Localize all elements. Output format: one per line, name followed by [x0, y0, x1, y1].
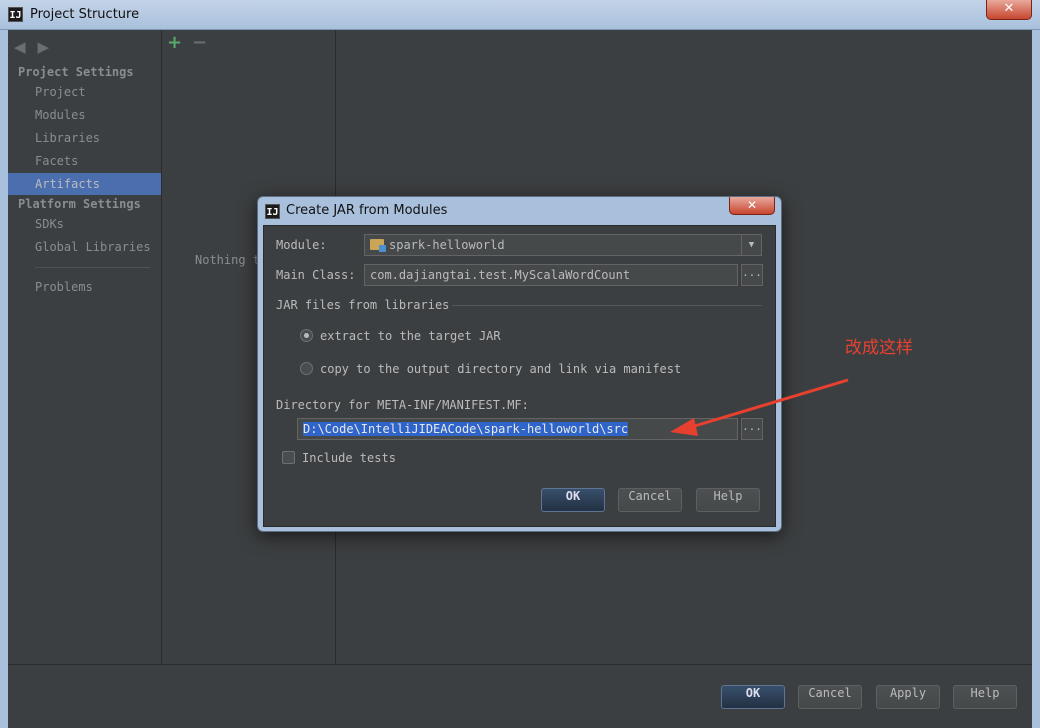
nav-item-modules[interactable]: Modules — [8, 104, 161, 126]
window-titlebar: IJ Project Structure ✕ — [0, 0, 1040, 30]
manifest-dir-value: D:\Code\IntelliJIDEACode\spark-helloworl… — [303, 422, 629, 436]
group-divider — [452, 305, 762, 306]
include-tests-checkbox[interactable] — [282, 451, 295, 464]
chevron-down-icon[interactable]: ▼ — [741, 235, 761, 255]
nav-item-facets[interactable]: Facets — [8, 150, 161, 172]
window-close-button[interactable]: ✕ — [986, 0, 1032, 20]
main-class-field[interactable]: com.dajiangtai.test.MyScalaWordCount — [364, 264, 738, 286]
dialog-app-icon: IJ — [265, 204, 280, 219]
create-jar-dialog: IJ Create JAR from Modules ✕ Module: spa… — [257, 196, 782, 532]
dialog-cancel-button[interactable]: Cancel — [618, 488, 682, 512]
dialog-body: Module: spark-helloworld ▼ Main Class: c… — [263, 225, 776, 527]
main-class-label: Main Class: — [276, 268, 356, 282]
nav-divider — [35, 267, 150, 268]
copy-radio[interactable] — [300, 362, 313, 375]
help-button[interactable]: Help — [953, 685, 1017, 709]
empty-list-text: Nothing t — [195, 253, 261, 267]
platform-settings-heading: Platform Settings — [18, 197, 141, 211]
cancel-button[interactable]: Cancel — [798, 685, 862, 709]
window-frame-left — [0, 30, 8, 728]
manifest-dir-label: Directory for META-INF/MANIFEST.MF: — [276, 398, 529, 412]
add-artifact-icon[interactable]: + — [167, 32, 182, 53]
manifest-dir-browse-button[interactable]: ... — [741, 418, 763, 440]
extract-radio[interactable] — [300, 329, 313, 342]
nav-item-project[interactable]: Project — [8, 81, 161, 103]
module-label: Module: — [276, 238, 327, 252]
module-value: spark-helloworld — [389, 238, 505, 252]
intellij-app-icon: IJ — [8, 7, 23, 22]
extract-option-label[interactable]: extract to the target JAR — [320, 329, 501, 343]
window-title: Project Structure — [30, 7, 140, 22]
jar-files-group-label: JAR files from libraries — [276, 298, 450, 312]
dialog-help-button[interactable]: Help — [696, 488, 760, 512]
module-combo[interactable]: spark-helloworld ▼ — [364, 234, 762, 256]
history-nav: ◀ ▶ — [14, 38, 61, 56]
remove-artifact-icon[interactable]: − — [192, 32, 207, 53]
ok-button[interactable]: OK — [721, 685, 785, 709]
nav-item-sdks[interactable]: SDKs — [8, 213, 161, 235]
bottom-button-bar: OK Cancel Apply Help — [8, 664, 1032, 728]
main-class-browse-button[interactable]: ... — [741, 264, 763, 286]
nav-item-problems[interactable]: Problems — [8, 276, 161, 298]
settings-nav: ◀ ▶ Project Settings Project Modules Libr… — [8, 30, 162, 664]
apply-button[interactable]: Apply — [876, 685, 940, 709]
project-settings-heading: Project Settings — [18, 65, 134, 79]
nav-item-artifacts[interactable]: Artifacts — [8, 173, 161, 195]
include-tests-label[interactable]: Include tests — [302, 451, 396, 465]
forward-arrow-icon[interactable]: ▶ — [38, 38, 50, 56]
nav-item-global-libraries[interactable]: Global Libraries — [8, 236, 161, 258]
annotation-text: 改成这样 — [845, 338, 913, 358]
nav-item-libraries[interactable]: Libraries — [8, 127, 161, 149]
dialog-title: Create JAR from Modules — [286, 203, 448, 218]
module-folder-icon — [370, 239, 386, 252]
window-frame-right — [1032, 30, 1040, 728]
dialog-close-button[interactable]: ✕ — [729, 197, 775, 215]
dialog-ok-button[interactable]: OK — [541, 488, 605, 512]
manifest-dir-field[interactable]: D:\Code\IntelliJIDEACode\spark-helloworl… — [297, 418, 738, 440]
back-arrow-icon[interactable]: ◀ — [14, 38, 26, 56]
copy-option-label[interactable]: copy to the output directory and link vi… — [320, 362, 681, 376]
